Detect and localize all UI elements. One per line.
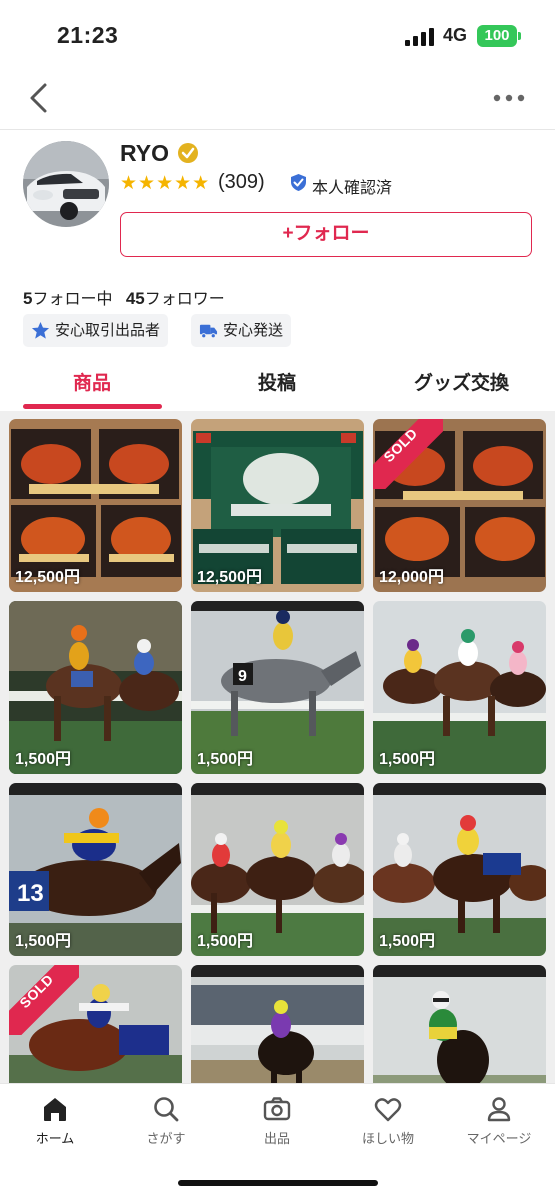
nav-bar [0, 70, 555, 130]
item-image [373, 965, 546, 1083]
item-card[interactable]: 12,500円 [191, 419, 364, 592]
tag-label: 安心発送 [223, 322, 284, 339]
sold-ribbon: SOLD [9, 965, 79, 1035]
identity-verified-label: 本人確認済 [312, 180, 393, 197]
tab-posts[interactable]: 投稿 [258, 368, 296, 395]
item-card[interactable]: SOLD [9, 965, 182, 1083]
svg-text:9: 9 [238, 668, 247, 685]
item-price: 1,500円 [379, 933, 436, 950]
item-card[interactable] [191, 965, 364, 1083]
battery-icon: 100 [477, 25, 521, 47]
item-price: 1,500円 [15, 751, 72, 768]
follow-button[interactable]: +フォロー [120, 212, 532, 257]
status-time: 21:23 [57, 22, 119, 48]
star-icon [31, 321, 50, 339]
search-icon [154, 1097, 179, 1122]
followers-link[interactable]: 45フォロワー [125, 289, 225, 308]
back-icon[interactable] [25, 82, 55, 114]
home-indicator [178, 1180, 378, 1186]
heart-icon [374, 1098, 402, 1122]
tab-goods-exchange[interactable]: グッズ交換 [414, 368, 509, 395]
sold-ribbon: SOLD [373, 419, 443, 489]
following-link[interactable]: 5フォロー中 [23, 289, 113, 308]
nav-label: ホーム [35, 1131, 75, 1146]
tab-products[interactable]: 商品 [73, 368, 111, 395]
svg-text:13: 13 [17, 880, 44, 907]
item-price: 1,500円 [197, 751, 254, 768]
item-card[interactable] [373, 965, 546, 1083]
signal-icon [405, 28, 434, 46]
item-card[interactable]: 1,500円 [191, 783, 364, 956]
item-card[interactable]: 12,500円 [9, 419, 182, 592]
nav-label: ほしい物 [361, 1131, 414, 1146]
user-name: RYO [120, 140, 169, 166]
shield-check-icon [291, 174, 306, 191]
verified-badge-icon [178, 143, 198, 163]
item-card[interactable]: 1,500円 [9, 601, 182, 774]
item-price: 1,500円 [197, 933, 254, 950]
profile-tabs: 商品 投稿 グッズ交換 [0, 352, 555, 412]
rating-stars: ★★★★★ [120, 173, 211, 194]
nav-label: 出品 [263, 1131, 290, 1146]
follower-count: 45 [125, 289, 145, 308]
nav-label: さがす [146, 1131, 186, 1146]
active-tab-indicator [23, 404, 162, 409]
nav-mypage[interactable]: マイページ [449, 1094, 549, 1147]
item-grid: 12,500円 12,500円 SOLD 12,000円 1,500円 9 1,… [0, 411, 555, 1083]
status-bar: 21:23 4G 100 [0, 0, 555, 70]
item-card[interactable]: 9 1,500円 [191, 601, 364, 774]
more-icon[interactable] [492, 88, 526, 108]
item-card[interactable]: SOLD 12,000円 [373, 419, 546, 592]
item-image [191, 965, 364, 1083]
item-card[interactable]: 13 1,500円 [9, 783, 182, 956]
item-price: 12,500円 [197, 569, 262, 586]
item-price: 1,500円 [379, 751, 436, 768]
person-icon [487, 1097, 511, 1122]
tag-safe-seller: 安心取引出品者 [23, 314, 169, 347]
network-label: 4G [443, 25, 468, 45]
item-card[interactable]: 1,500円 [373, 783, 546, 956]
review-count[interactable]: (309) [218, 171, 265, 194]
item-price: 1,500円 [15, 933, 72, 950]
follow-stats: 5フォロー中 45フォロワー [23, 285, 225, 309]
follower-label: フォロワー [144, 291, 225, 308]
tag-label: 安心取引出品者 [55, 322, 161, 339]
nav-home[interactable]: ホーム [5, 1094, 105, 1147]
home-icon [44, 1098, 66, 1121]
item-price: 12,500円 [15, 569, 80, 586]
nav-label: マイページ [466, 1131, 532, 1146]
avatar-car-image [23, 141, 109, 227]
truck-icon [199, 324, 218, 339]
nav-search[interactable]: さがす [116, 1094, 216, 1147]
nav-wishlist[interactable]: ほしい物 [338, 1094, 438, 1147]
item-price: 12,000円 [379, 569, 444, 586]
item-card[interactable]: 1,500円 [373, 601, 546, 774]
following-label: フォロー中 [32, 291, 113, 308]
tag-safe-shipping: 安心発送 [191, 314, 292, 347]
avatar[interactable] [23, 141, 109, 227]
nav-sell[interactable]: 出品 [227, 1094, 327, 1147]
camera-icon [263, 1097, 291, 1121]
